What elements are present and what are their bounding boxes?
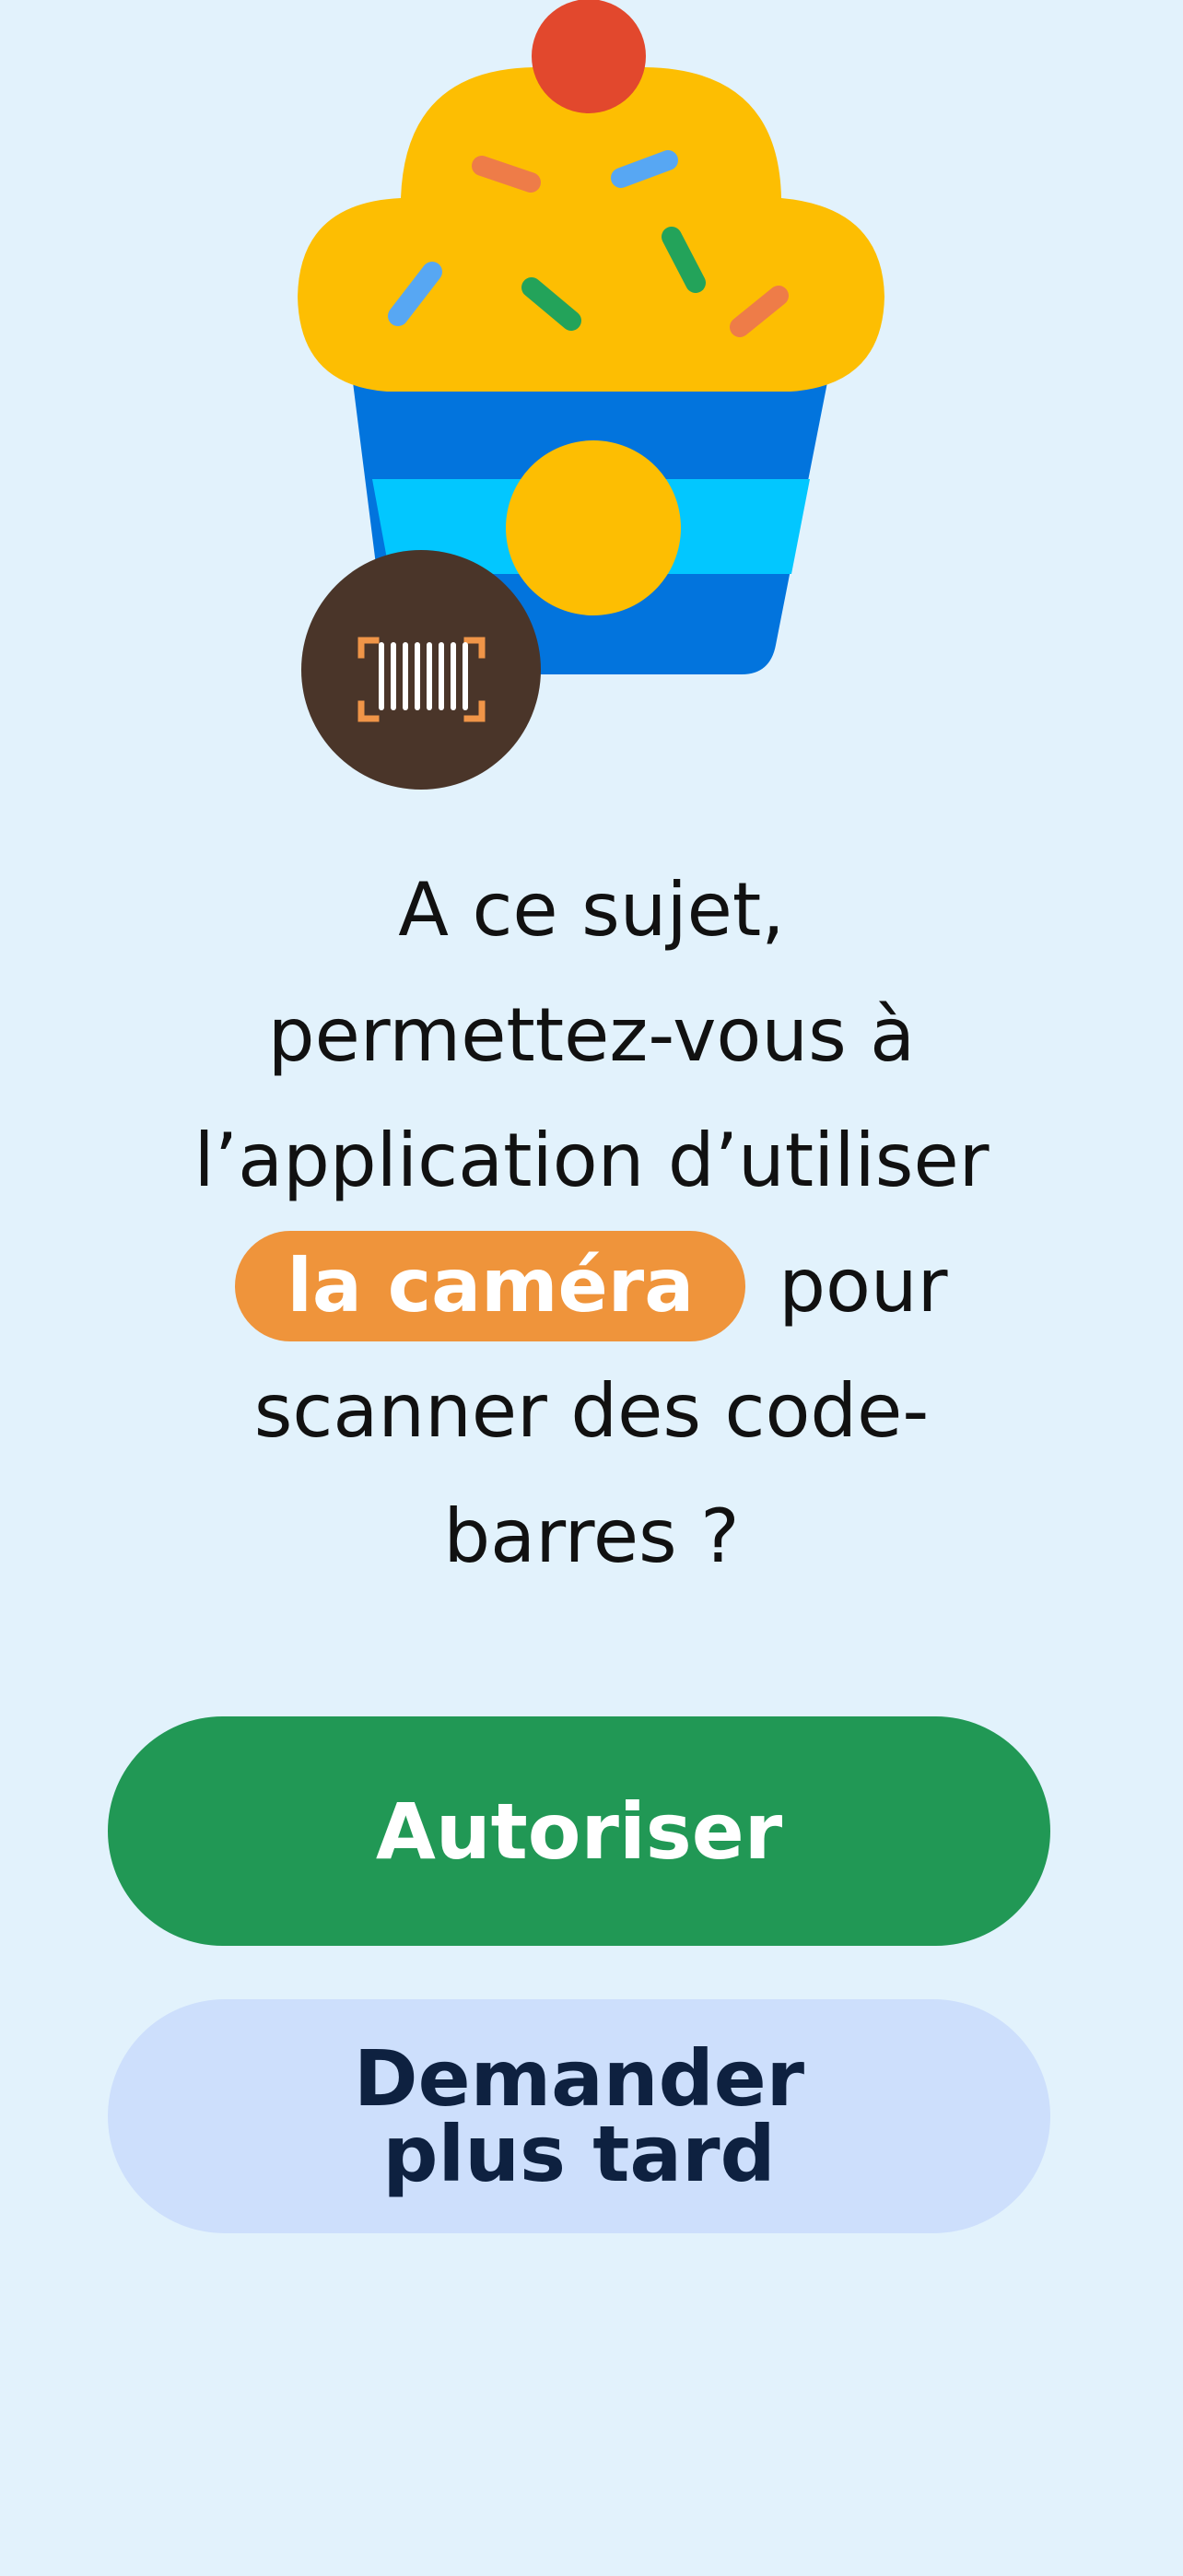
permission-prompt-text: A ce sujet, permettez-vous à l’applicati… — [101, 848, 1082, 1599]
prompt-line-4: la caméra pour — [101, 1224, 1082, 1349]
barcode-scan-icon — [301, 550, 541, 790]
prompt-line-4-rest: pour — [779, 1243, 948, 1329]
prompt-line-6: barres ? — [443, 1493, 740, 1579]
cupcake-cherry — [532, 0, 646, 113]
cupcake-frosting — [298, 67, 884, 392]
allow-button-label: Autoriser — [375, 1786, 783, 1877]
prompt-line-2: permettez-vous à — [267, 992, 916, 1078]
cupcake-illustration — [298, 0, 884, 790]
ask-later-button[interactable]: Demander plus tard — [108, 1999, 1050, 2233]
prompt-line-1: A ce sujet, — [398, 867, 785, 953]
allow-button[interactable]: Autoriser — [108, 1716, 1050, 1946]
prompt-line-3: l’application d’utiliser — [193, 1118, 990, 1203]
camera-highlight-pill: la caméra — [235, 1231, 746, 1341]
prompt-line-5: scanner des code- — [253, 1368, 930, 1454]
ask-later-button-label: Demander plus tard — [353, 2033, 805, 2199]
